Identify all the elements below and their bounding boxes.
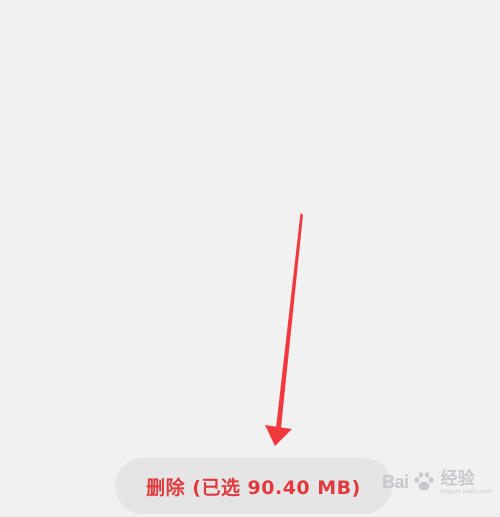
delete-selected-button[interactable]: 删除 (已选 90.40 MB) bbox=[115, 458, 392, 514]
watermark-service: 经验 jingyan.baidu.com bbox=[441, 470, 493, 495]
baidu-jingyan-watermark: Bai 经验 jingyan.baidu.com bbox=[382, 462, 498, 502]
empty-content-area bbox=[0, 0, 500, 517]
watermark-service-text: 经验 bbox=[440, 468, 475, 488]
paw-icon bbox=[414, 472, 433, 491]
watermark-brand-text: Bai bbox=[382, 471, 409, 492]
watermark-url: jingyan.baidu.com bbox=[440, 488, 493, 495]
